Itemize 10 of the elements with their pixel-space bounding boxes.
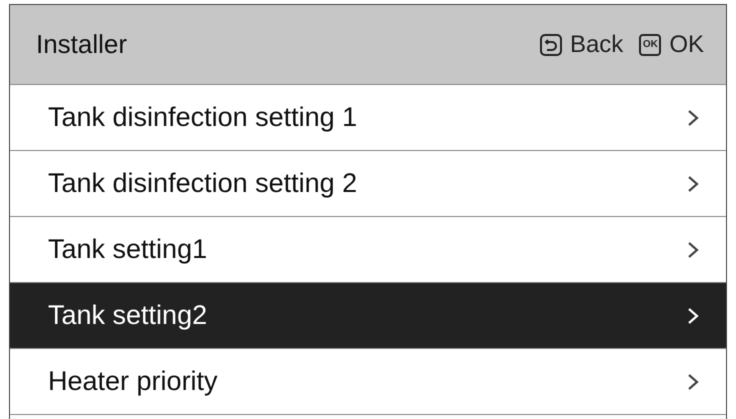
chevron-right-icon (686, 108, 700, 126)
chevron-right-icon (686, 372, 700, 390)
chevron-right-icon (686, 174, 700, 192)
menu-item[interactable]: Tank setting2 (10, 283, 726, 349)
ok-key-icon: OK (639, 34, 662, 56)
header-title: Installer (36, 28, 128, 61)
ok-button[interactable]: OK OK (639, 26, 704, 62)
back-button[interactable]: Back (540, 26, 624, 62)
chevron-right-icon (686, 306, 700, 324)
chevron-right-icon (686, 240, 700, 258)
